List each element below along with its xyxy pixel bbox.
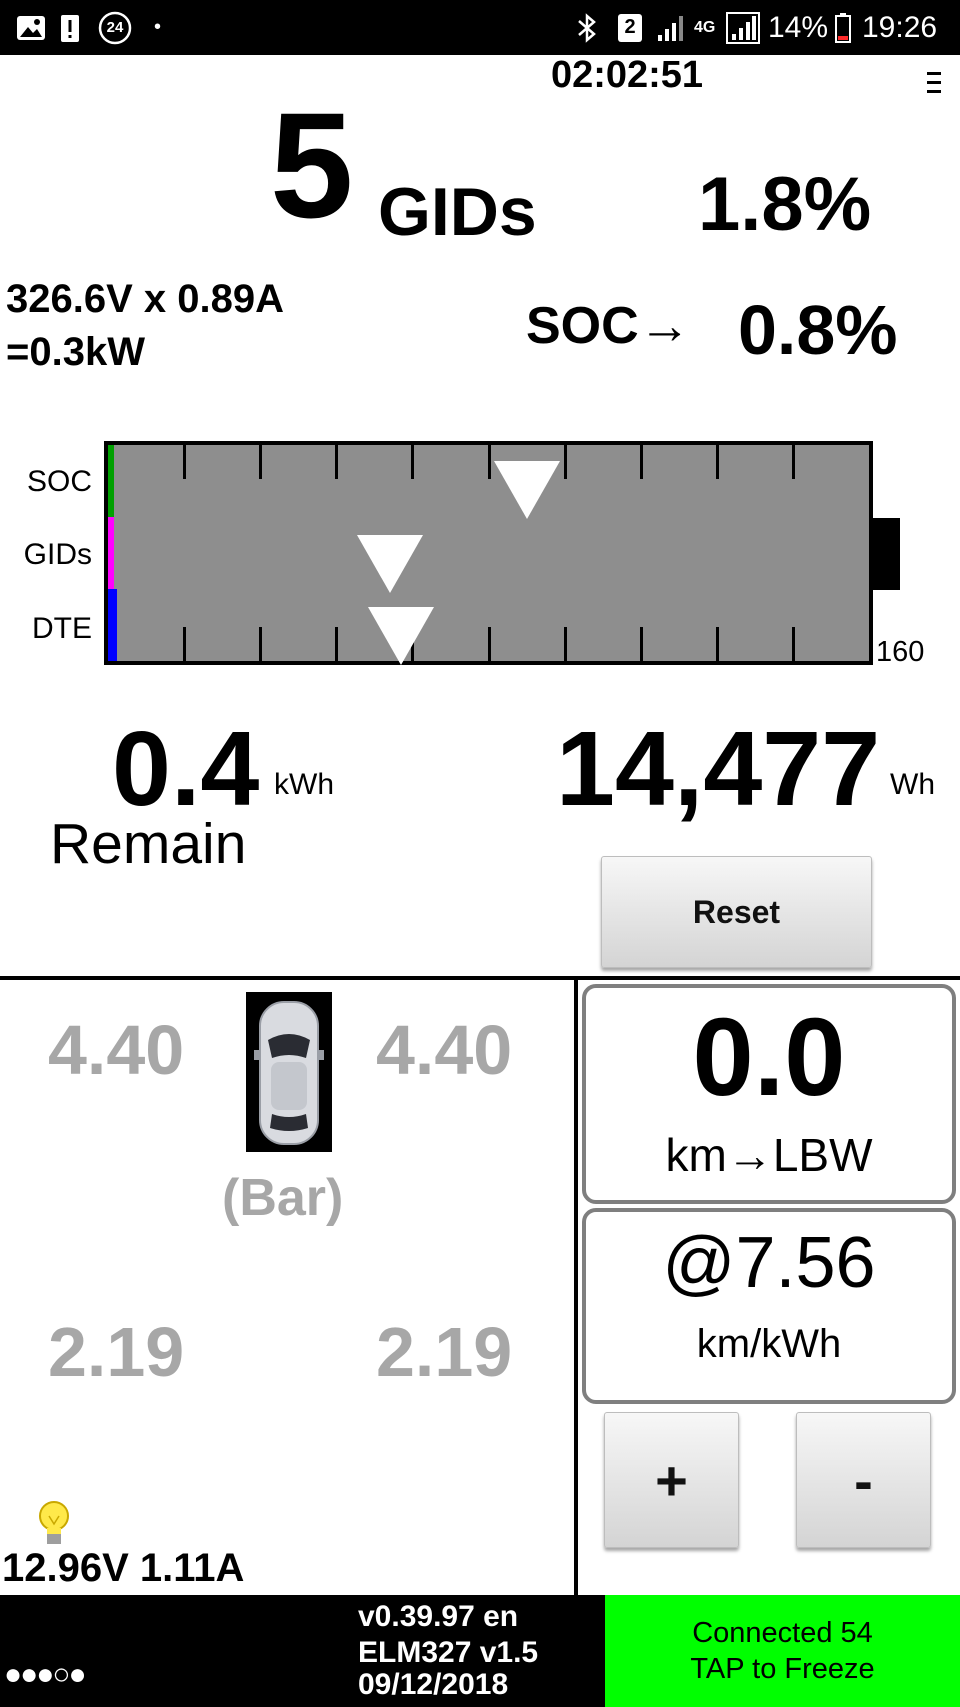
elapsed-time: 02:02:51: [550, 54, 704, 96]
gauge-level-soc: [108, 445, 114, 517]
gauge-tick: [488, 627, 491, 661]
status-clock: 19:26: [862, 10, 938, 44]
notification-count: 24: [106, 19, 124, 36]
wh-unit: Wh: [890, 768, 935, 801]
reset-button[interactable]: Reset: [601, 856, 872, 968]
tap-to-freeze-hint: TAP to Freeze: [690, 1653, 875, 1685]
battery-percent: 14%: [768, 10, 829, 44]
gauge-tick: [411, 445, 414, 479]
adapter-version: ELM327 v1.5: [358, 1636, 539, 1669]
battery-low-icon: [834, 0, 852, 55]
gauge-max-label: 160: [876, 636, 925, 668]
gauge-tick: [564, 627, 567, 661]
tire-front-left: 4.40: [48, 1011, 185, 1089]
hamburger-menu-icon[interactable]: [925, 70, 945, 101]
aux-battery-reading: 12.96V 1.11A: [2, 1546, 245, 1590]
gauge-tick: [183, 627, 186, 661]
efficiency-box[interactable]: @7.56 km/kWh: [582, 1208, 956, 1404]
gauge-tick: [640, 445, 643, 479]
dte-marker: [368, 607, 434, 665]
gauge-tick: [564, 445, 567, 479]
more-notifications-dot: •: [154, 16, 162, 38]
battery-gauge: [104, 441, 873, 665]
signal-strength-icon-2: [726, 0, 760, 55]
gauge-tick: [183, 445, 186, 479]
connection-status-button[interactable]: Connected 54 TAP to Freeze: [605, 1595, 960, 1707]
connection-status: Connected 54: [692, 1617, 873, 1649]
range-label: km→LBW: [665, 1129, 873, 1181]
wh-value: 14,477: [556, 710, 881, 828]
gauge-tick: [716, 445, 719, 479]
gauge-tick: [335, 445, 338, 479]
remain-label: Remain: [50, 812, 247, 876]
gauge-tick: [716, 627, 719, 661]
hv-power: =0.3kW: [6, 330, 145, 374]
car-top-view-icon: [246, 992, 332, 1152]
tire-rear-right: 2.19: [376, 1313, 513, 1391]
gids-marker: [357, 535, 423, 593]
soc-value: 0.8%: [738, 291, 898, 369]
sim-slot-number: 2: [618, 13, 642, 42]
gauge-tick: [792, 627, 795, 661]
alert-notification-icon: [60, 0, 80, 55]
tire-rear-left: 2.19: [48, 1313, 185, 1391]
gauge-label-soc: SOC: [26, 465, 92, 498]
battery-terminal: [873, 518, 900, 590]
soc-label: SOC→: [526, 297, 691, 355]
efficiency-unit: km/kWh: [696, 1322, 842, 1366]
connection-dots: ●●●○●: [4, 1658, 87, 1691]
gauge-tick: [640, 627, 643, 661]
network-type: 4G: [694, 18, 716, 36]
gauge-tick: [488, 445, 491, 479]
soc-marker: [494, 461, 560, 519]
range-value: 0.0: [692, 996, 846, 1119]
tire-front-right: 4.40: [376, 1011, 513, 1089]
range-box[interactable]: 0.0 km→LBW: [582, 984, 956, 1204]
gids-percent: 1.8%: [698, 162, 872, 247]
column-divider: [574, 978, 578, 1595]
gauge-level-gids: [108, 517, 114, 589]
gids-value: 5: [270, 81, 354, 249]
decrease-button[interactable]: -: [796, 1412, 931, 1548]
section-divider: [0, 976, 960, 980]
gauge-label-dte: DTE: [32, 612, 92, 645]
app-version: v0.39.97 en: [358, 1600, 519, 1633]
signal-strength-icon-1: [656, 0, 688, 55]
build-date: 09/12/2018: [358, 1668, 509, 1701]
efficiency-value: @7.56: [662, 1223, 876, 1303]
hv-voltage-current: 326.6V x 0.89A: [6, 277, 284, 321]
status-bar: 24 • 2 4G 14% 19:26: [0, 0, 960, 55]
gauge-label-gids: GIDs: [23, 538, 92, 571]
gauge-tick: [792, 445, 795, 479]
gauge-level-dte: [108, 589, 117, 661]
sim-slot-icon: 2: [618, 0, 642, 55]
gauge-tick: [335, 627, 338, 661]
gallery-notification-icon: [16, 0, 46, 55]
remain-unit: kWh: [274, 768, 334, 801]
gids-unit: GIDs: [378, 174, 537, 250]
gauge-tick: [259, 445, 262, 479]
remain-value: 0.4: [112, 710, 260, 828]
increase-button[interactable]: +: [604, 1412, 739, 1548]
tire-pressure-unit: (Bar): [222, 1169, 344, 1227]
gauge-tick: [259, 627, 262, 661]
bluetooth-icon: [576, 0, 598, 55]
